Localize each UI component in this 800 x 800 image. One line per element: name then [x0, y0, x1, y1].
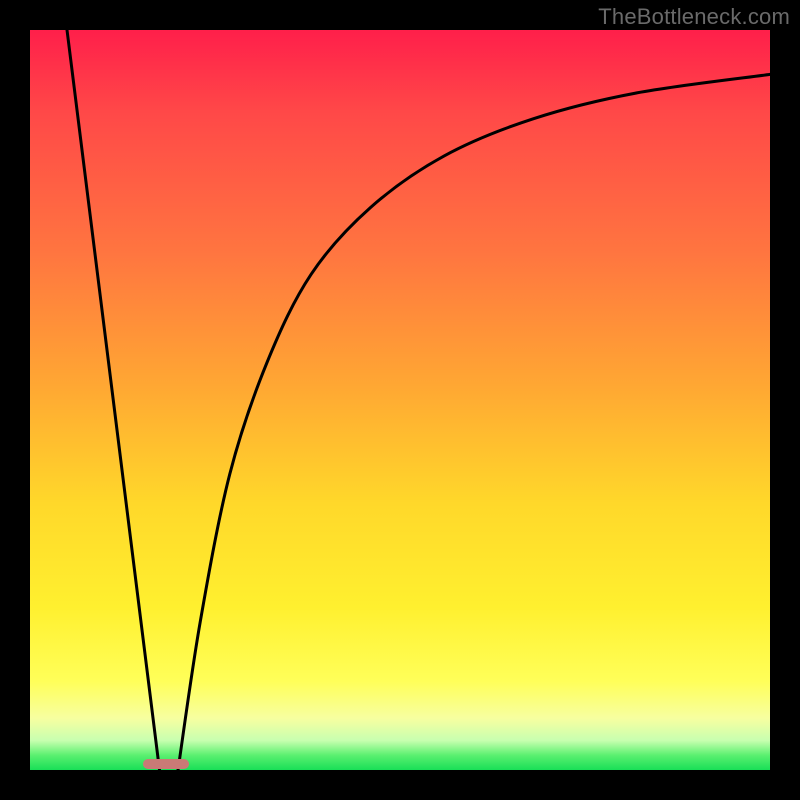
- optimal-marker: [143, 759, 189, 769]
- chart-frame: TheBottleneck.com: [0, 0, 800, 800]
- right-branch-path: [178, 74, 770, 770]
- watermark-text: TheBottleneck.com: [598, 4, 790, 30]
- left-branch-path: [67, 30, 160, 770]
- curve-layer: [30, 30, 770, 770]
- plot-area: [30, 30, 770, 770]
